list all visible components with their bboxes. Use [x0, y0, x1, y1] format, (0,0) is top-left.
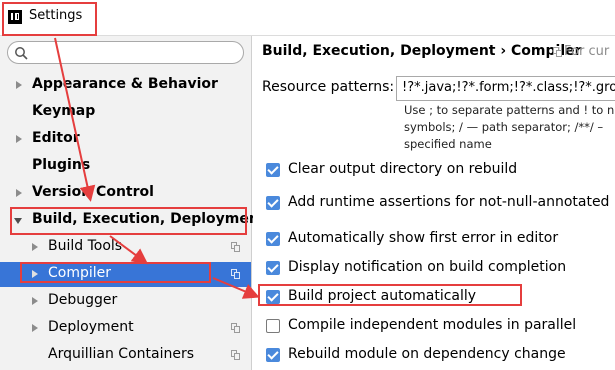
sidebar-item-label: Debugger — [48, 292, 118, 308]
checkbox-checked[interactable] — [266, 348, 280, 362]
sidebar-item-editor[interactable]: Editor — [0, 127, 251, 152]
sidebar-item-deployment[interactable]: Deployment — [0, 316, 251, 341]
highlight-box — [20, 262, 211, 283]
checkbox-checked[interactable] — [266, 163, 280, 177]
highlight-box — [2, 2, 97, 36]
checkbox-checked[interactable] — [266, 196, 280, 210]
sidebar-item-build-tools[interactable]: Build Tools — [0, 235, 251, 260]
option-label: Automatically show first error in editor — [288, 230, 559, 246]
expand-arrow-icon[interactable] — [32, 243, 38, 251]
resource-patterns-help: Use ; to separate patterns and ! to n sy… — [404, 102, 615, 153]
project-settings-icon — [231, 350, 240, 360]
highlight-box — [258, 284, 522, 306]
option-label: Display notification on build completion — [288, 259, 567, 275]
checkbox-checked[interactable] — [266, 232, 280, 246]
sidebar-item-label: Keymap — [32, 103, 96, 119]
option-parallel-compile[interactable]: Compile independent modules in parallel — [266, 315, 606, 337]
settings-search-box[interactable] — [7, 41, 244, 64]
resource-patterns-input[interactable]: !?*.java;!?*.form;!?*.class;!?*.groov — [396, 76, 615, 101]
page-title: Build, Execution, Deployment › Compiler — [262, 43, 582, 59]
checkbox-unchecked[interactable] — [266, 319, 280, 333]
option-runtime-assertions[interactable]: Add runtime assertions for not-null-anno… — [266, 192, 615, 214]
sidebar-item-label: Editor — [32, 130, 80, 146]
help-text-line: specified name — [404, 137, 492, 151]
sidebar-item-version-control[interactable]: Version Control — [0, 181, 251, 206]
search-icon — [15, 47, 28, 60]
expand-arrow-icon[interactable] — [16, 135, 22, 143]
help-text-line: Use ; to separate patterns and ! to n — [404, 103, 615, 117]
project-settings-icon — [231, 323, 240, 333]
highlight-box — [10, 207, 247, 235]
project-settings-icon — [231, 269, 240, 279]
sidebar-item-label: Deployment — [48, 319, 134, 335]
sidebar-item-arquillian-containers[interactable]: Arquillian Containers — [0, 343, 251, 368]
sidebar-item-label: Version Control — [32, 184, 154, 200]
compiler-settings-panel: Build, Execution, Deployment › Compiler … — [253, 36, 615, 370]
checkbox-checked[interactable] — [266, 261, 280, 275]
sidebar-item-label: Plugins — [32, 157, 91, 173]
sidebar-item-label: Build Tools — [48, 238, 123, 254]
expand-arrow-icon[interactable] — [32, 324, 38, 332]
option-rebuild-on-dependency[interactable]: Rebuild module on dependency change — [266, 344, 606, 366]
project-settings-icon — [231, 242, 240, 252]
expand-arrow-icon[interactable] — [16, 81, 22, 89]
option-label: Compile independent modules in parallel — [288, 317, 577, 333]
settings-sidebar: Appearance & Behavior Keymap Editor Plug… — [0, 36, 266, 370]
option-label: Add runtime assertions for not-null-anno… — [288, 194, 615, 210]
project-settings-icon — [553, 47, 562, 57]
option-show-first-error[interactable]: Automatically show first error in editor — [266, 228, 606, 250]
sidebar-item-appearance-behavior[interactable]: Appearance & Behavior — [0, 73, 251, 98]
scope-note: For cur — [564, 44, 610, 59]
expand-arrow-icon[interactable] — [32, 297, 38, 305]
option-label: Clear output directory on rebuild — [288, 161, 518, 177]
option-build-notification[interactable]: Display notification on build completion — [266, 257, 606, 279]
sidebar-item-label: Appearance & Behavior — [32, 76, 218, 92]
option-label: Rebuild module on dependency change — [288, 346, 566, 362]
help-text-line: symbols; / — path separator; /**/ – — [404, 120, 604, 134]
sidebar-item-label: Arquillian Containers — [48, 346, 195, 362]
resource-patterns-label: Resource patterns: — [262, 79, 395, 95]
option-clear-output[interactable]: Clear output directory on rebuild — [266, 159, 606, 181]
sidebar-item-debugger[interactable]: Debugger — [0, 289, 251, 314]
expand-arrow-icon[interactable] — [16, 189, 22, 197]
search-input[interactable] — [34, 44, 234, 61]
sidebar-item-plugins[interactable]: Plugins — [0, 154, 251, 179]
sidebar-item-keymap[interactable]: Keymap — [0, 100, 251, 125]
